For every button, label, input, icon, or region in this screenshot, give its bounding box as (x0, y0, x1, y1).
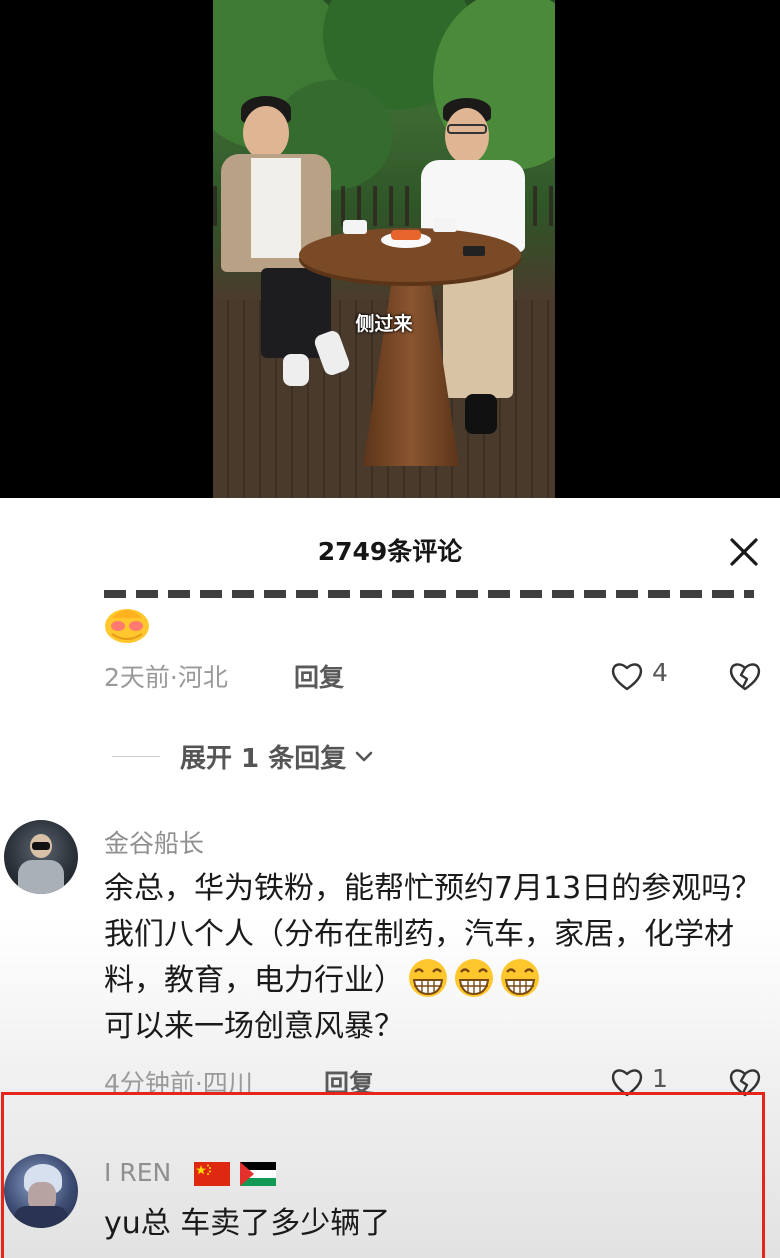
blush-face-emoji (105, 609, 149, 643)
teacup (343, 220, 367, 234)
comment-username[interactable]: I REN (104, 1158, 171, 1187)
fruit (391, 230, 421, 240)
palestine-flag (240, 1162, 276, 1186)
comment-text: yu总 车卖了多少辆了 (104, 1206, 391, 1241)
grin-emoji (501, 959, 539, 997)
comments-sheet: 2749条评论 2天前·河北 回复 4 展开 1 条回复 金谷船长 余总，华为铁… (0, 498, 780, 1258)
comments-count-title: 2749条评论 (317, 537, 463, 566)
dislike-broken-heart-icon[interactable] (728, 660, 762, 692)
like-heart-icon[interactable] (610, 660, 644, 692)
close-button[interactable] (724, 532, 764, 572)
previous-comment-text-cutoff (104, 590, 754, 598)
teacup (433, 218, 457, 232)
video-player[interactable]: 侧过来 (0, 0, 780, 500)
comment-username[interactable]: 金谷船长 (104, 824, 204, 860)
reply-button[interactable]: 回复 (294, 658, 344, 694)
comment-text: 余总，华为铁粉，能帮忙预约7月13日的参观吗？我们八个人（分布在制药，汽车，家居… (104, 866, 766, 1050)
comment-time-location: 2天前·河北 (104, 663, 228, 692)
grin-emoji (409, 959, 447, 997)
like-count: 1 (652, 1064, 668, 1093)
china-flag (194, 1162, 230, 1186)
expand-divider (112, 755, 160, 757)
like-count: 4 (652, 658, 668, 687)
avatar[interactable] (4, 820, 78, 894)
phone (463, 246, 485, 256)
expand-replies-label: 展开 1 条回复 (180, 743, 347, 774)
comment-body-end: 可以来一场创意风暴？ (104, 1009, 404, 1044)
expand-replies-button[interactable]: 展开 1 条回复 (112, 738, 376, 774)
chevron-down-icon (355, 751, 373, 762)
video-subtitle: 侧过来 (355, 313, 413, 335)
avatar[interactable] (4, 1154, 78, 1228)
grin-emoji (455, 959, 493, 997)
comments-header: 2749条评论 (0, 498, 780, 598)
video-frame[interactable]: 侧过来 (213, 0, 555, 498)
close-icon (730, 538, 758, 566)
